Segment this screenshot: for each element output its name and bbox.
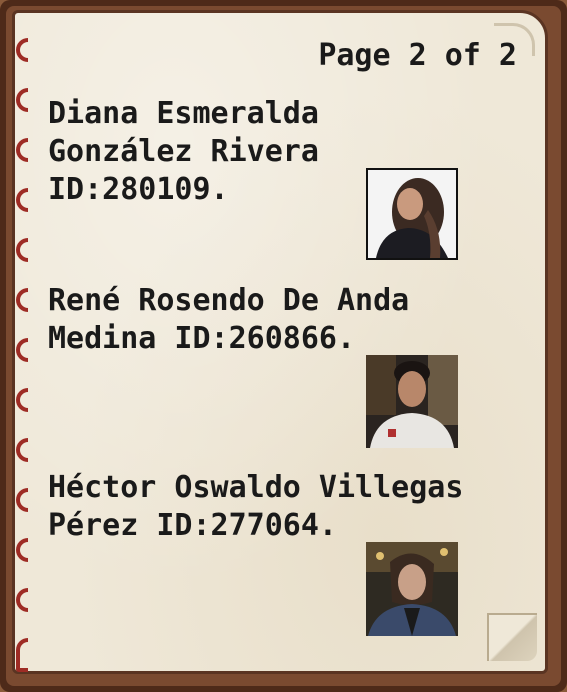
binding-ring-icon (16, 188, 28, 212)
portrait-photo-icon (366, 542, 458, 636)
binding-ring-icon (16, 538, 28, 562)
binding-ring-icon (16, 88, 28, 112)
binding-ring-icon (16, 38, 28, 62)
entry-2-photo (366, 355, 458, 448)
entry-1-id: ID:280109. (48, 172, 229, 207)
portrait-photo-icon (368, 170, 456, 258)
binding-ring-icon (16, 488, 28, 512)
page-indicator: Page 2 of 2 (318, 38, 517, 73)
binding-ring-icon (16, 288, 28, 312)
entry-3-photo (366, 542, 458, 636)
page-corner-curl-icon[interactable] (487, 613, 537, 661)
binding-ring-icon (16, 638, 28, 672)
entry-2-name-line-2: Medina ID:260866. (48, 321, 356, 356)
binding-ring-icon (16, 238, 28, 262)
binding-ring-icon (16, 338, 28, 362)
binding-ring-icon (16, 388, 28, 412)
entry-3-name-line-2: Pérez ID:277064. (48, 508, 337, 543)
book-cover: Page 2 of 2 Diana Esmeralda González Riv… (0, 0, 567, 692)
portrait-photo-icon (366, 355, 458, 448)
binding-ring-icon (16, 438, 28, 462)
entry-1-photo (366, 168, 458, 260)
binding-ring-icon (16, 138, 28, 162)
binding-ring-icon (16, 588, 28, 612)
book-binding (16, 38, 38, 678)
